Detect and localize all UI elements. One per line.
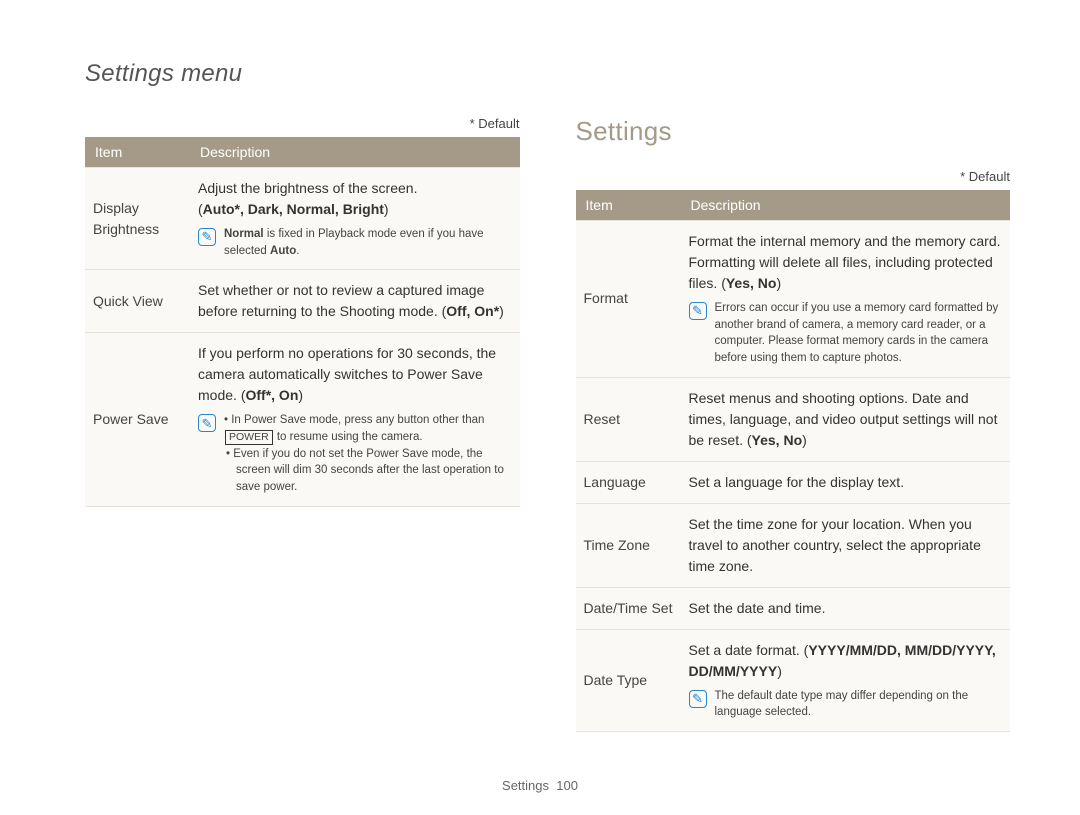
table-row: Time Zone Set the time zone for your loc… <box>576 503 1011 587</box>
row-item: Format <box>576 221 681 378</box>
row-desc: If you perform no operations for 30 seco… <box>190 333 520 506</box>
row-item: Display Brightness <box>85 168 190 270</box>
page-footer: Settings 100 <box>0 778 1080 793</box>
table-row: Quick View Set whether or not to review … <box>85 270 520 333</box>
table-header-item: Item <box>85 137 190 168</box>
default-note-left: * Default <box>85 116 520 131</box>
row-desc: Adjust the brightness of the screen. (Au… <box>190 168 520 270</box>
note-icon: ✎ <box>689 690 707 708</box>
note-text: • In Power Save mode, press any button o… <box>224 412 512 445</box>
table-row: Format Format the internal memory and th… <box>576 221 1011 378</box>
table-row: Display Brightness Adjust the brightness… <box>85 168 520 270</box>
page-title: Settings menu <box>85 60 1010 88</box>
row-desc: Reset menus and shooting options. Date a… <box>681 377 1011 461</box>
row-item: Time Zone <box>576 503 681 587</box>
table-header-item: Item <box>576 190 681 221</box>
row-item: Reset <box>576 377 681 461</box>
row-desc: Format the internal memory and the memor… <box>681 221 1011 378</box>
row-item: Date Type <box>576 629 681 731</box>
row-item: Quick View <box>85 270 190 333</box>
row-desc: Set the date and time. <box>681 587 1011 629</box>
row-desc: Set a language for the display text. <box>681 461 1011 503</box>
note-text: Normal is fixed in Playback mode even if… <box>224 226 512 259</box>
note-icon: ✎ <box>198 414 216 432</box>
table-row: Reset Reset menus and shooting options. … <box>576 377 1011 461</box>
desc-text: Adjust the brightness of the screen. <box>198 180 417 196</box>
table-header-description: Description <box>681 190 1011 221</box>
row-item: Language <box>576 461 681 503</box>
power-key: POWER <box>225 430 273 445</box>
note-icon: ✎ <box>689 302 707 320</box>
table-row: Date/Time Set Set the date and time. <box>576 587 1011 629</box>
table-row: Date Type Set a date format. (YYYY/MM/DD… <box>576 629 1011 731</box>
note-bullet: Even if you do not set the Power Save mo… <box>234 446 512 496</box>
default-note-right: * Default <box>576 169 1011 184</box>
row-desc: Set whether or not to review a captured … <box>190 270 520 333</box>
table-header-description: Description <box>190 137 520 168</box>
note-icon: ✎ <box>198 228 216 246</box>
note-text: The default date type may differ dependi… <box>715 688 1003 721</box>
row-item: Date/Time Set <box>576 587 681 629</box>
note-text: Errors can occur if you use a memory car… <box>715 300 1003 367</box>
row-desc: Set a date format. (YYYY/MM/DD, MM/DD/YY… <box>681 629 1011 731</box>
table-row: Power Save If you perform no operations … <box>85 333 520 506</box>
row-item: Power Save <box>85 333 190 506</box>
settings-table-right: Item Description Format Format the inter… <box>576 190 1011 732</box>
right-column: Settings * Default Item Description Form… <box>576 116 1011 732</box>
left-column: * Default Item Description Display Brigh… <box>85 116 520 732</box>
section-heading: Settings <box>576 116 1011 147</box>
row-desc: Set the time zone for your location. Whe… <box>681 503 1011 587</box>
settings-table-left: Item Description Display Brightness Adju… <box>85 137 520 507</box>
table-row: Language Set a language for the display … <box>576 461 1011 503</box>
